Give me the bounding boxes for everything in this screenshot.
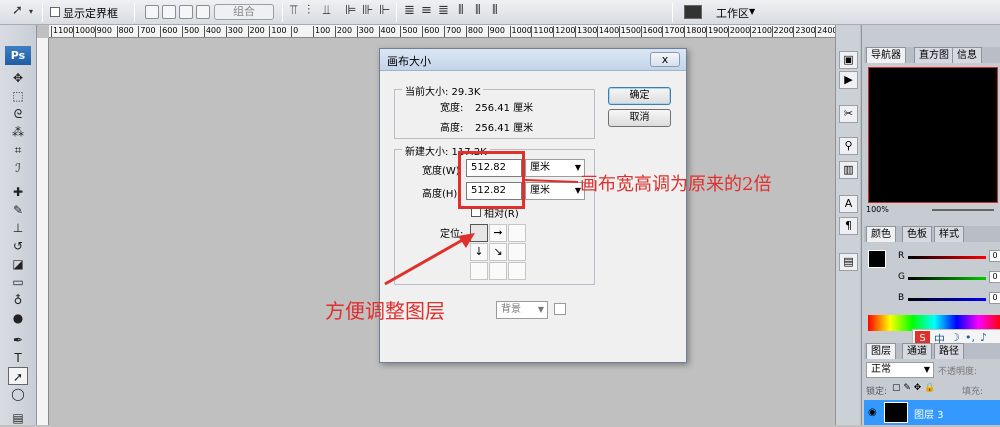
channel-b-label: B: [898, 293, 905, 303]
tools-panel-icon[interactable]: ✂: [839, 105, 858, 123]
blend-mode-value: 正常: [871, 364, 891, 375]
layer-thumbnail: [884, 402, 908, 423]
character-panel-icon[interactable]: A: [839, 195, 858, 213]
tab-swatches[interactable]: 色板: [902, 226, 932, 242]
channel-r-value[interactable]: 0: [989, 250, 1000, 262]
tab-navigator[interactable]: 导航器: [866, 47, 906, 63]
lock-label: 锁定:: [866, 387, 888, 397]
actions-panel-icon[interactable]: ▶: [839, 71, 858, 89]
channel-r-slider[interactable]: [908, 256, 986, 259]
lock-icons[interactable]: ▢ ✎ ✥ 🔒: [892, 383, 935, 393]
foreground-color[interactable]: [868, 250, 886, 268]
brush-panel-icon[interactable]: ▥: [839, 161, 858, 179]
channel-b-value[interactable]: 0: [989, 292, 1000, 304]
dock-strip: ▣ ▶ ✂ ⚲ ▥ A ¶ ▤: [835, 25, 860, 425]
zoom-slider[interactable]: [932, 209, 994, 211]
navigator-tabs: 导航器 直方图 信息: [864, 47, 1000, 63]
tab-info[interactable]: 信息: [952, 47, 982, 63]
channel-b-slider[interactable]: [908, 298, 986, 301]
history-panel-icon[interactable]: ▣: [839, 51, 858, 69]
layer-row[interactable]: ◉ 图层 3: [864, 400, 1000, 425]
notes-panel-icon[interactable]: ▤: [839, 253, 858, 271]
zoom-value[interactable]: 100%: [866, 205, 889, 214]
color-tabs: 颜色 色板 样式: [864, 226, 1000, 242]
blend-mode-select[interactable]: 正常 ▼: [866, 362, 934, 378]
tab-layers[interactable]: 图层: [866, 343, 896, 359]
navigator-preview[interactable]: [868, 67, 998, 203]
annotation-arrow-line: [384, 236, 467, 286]
channel-g-slider[interactable]: [908, 277, 986, 280]
channel-g-value[interactable]: 0: [989, 271, 1000, 283]
opacity-label: 不透明度:: [938, 367, 978, 377]
chevron-down-icon: ▼: [923, 365, 930, 374]
tab-styles[interactable]: 样式: [934, 226, 964, 242]
tab-histogram[interactable]: 直方图: [914, 47, 954, 63]
eye-icon[interactable]: ◉: [868, 407, 877, 418]
tab-color[interactable]: 颜色: [866, 226, 896, 242]
fill-label: 填充:: [962, 387, 984, 397]
layers-tabs: 图层 通道 路径: [864, 343, 1000, 359]
tab-paths[interactable]: 路径: [934, 343, 964, 359]
clone-source-icon[interactable]: ⚲: [839, 137, 858, 155]
paragraph-panel-icon[interactable]: ¶: [839, 217, 858, 235]
layer-name: 图层 3: [914, 410, 944, 421]
annotation-connector: [524, 179, 579, 183]
channel-g-label: G: [898, 272, 905, 282]
panels: 导航器 直方图 信息 100% 颜色 色板 样式 R 0 G 0 B 0 S 中…: [861, 25, 1000, 425]
channel-r-label: R: [898, 251, 905, 261]
tab-channels[interactable]: 通道: [902, 343, 932, 359]
